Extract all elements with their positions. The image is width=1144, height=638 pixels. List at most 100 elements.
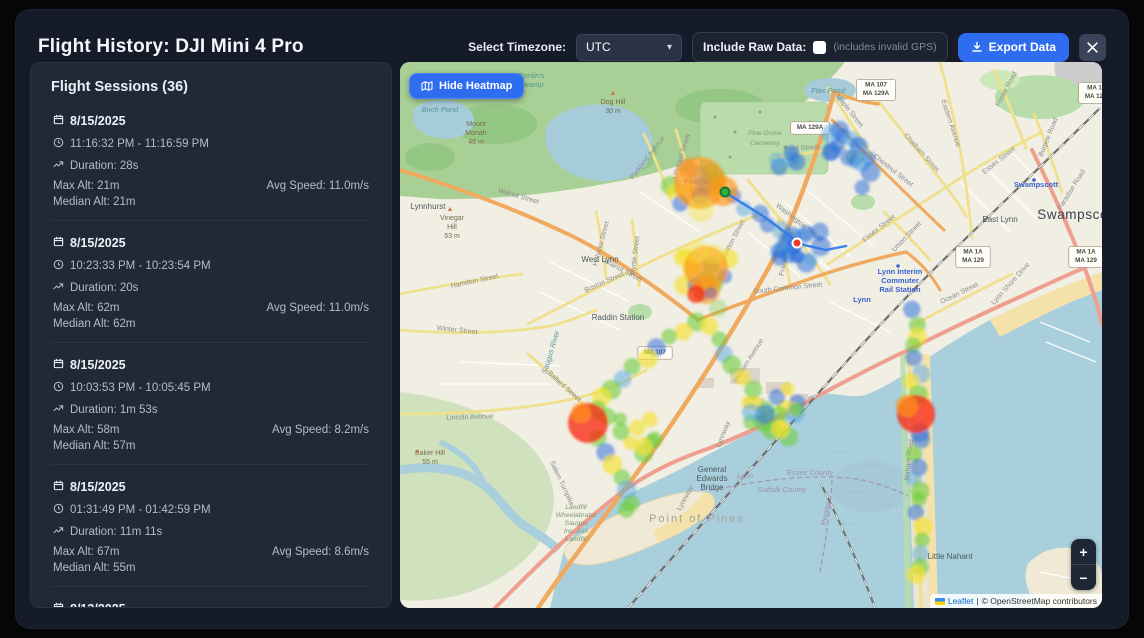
map-label: Little Nahant (928, 552, 974, 561)
end-marker[interactable] (793, 239, 802, 248)
session-list: 8/15/202511:16:32 PM - 11:16:59 PMDurati… (51, 99, 371, 608)
heat-dot (804, 253, 818, 267)
map-label: Lynn (853, 295, 871, 304)
map-label: East Lynn (982, 215, 1017, 224)
svg-text:MA 107: MA 107 (865, 82, 887, 89)
session-date: 8/15/2025 (70, 358, 126, 372)
heat-dot (769, 153, 784, 168)
start-marker[interactable] (721, 188, 730, 197)
session-time-range: 01:31:49 PM - 01:42:59 PM (70, 504, 211, 516)
heat-dot (687, 285, 705, 303)
session-max-alt: Max Alt: 58m (53, 424, 119, 436)
session-max-alt: Max Alt: 62m (53, 302, 119, 314)
map-label: Vinegar (440, 215, 465, 222)
trend-icon-wrap (53, 401, 64, 419)
map-label: Birch Pond (422, 105, 460, 114)
timezone-value: UTC (586, 40, 611, 54)
map-label: 53 m (444, 233, 460, 240)
clock-icon-wrap (53, 257, 64, 275)
clock-icon (53, 259, 64, 270)
heat-dot (788, 153, 806, 171)
heat-dot (618, 501, 635, 518)
heat-dot (688, 196, 714, 222)
heat-dot (914, 532, 929, 547)
timezone-select[interactable]: UTC ▾ (576, 34, 682, 61)
flight-session-card[interactable]: 8/15/2025 01:31:49 PM - 01:42:59 PM Durati… (51, 464, 371, 586)
heat-dot (771, 420, 790, 439)
session-max-alt: Max Alt: 67m (53, 546, 119, 558)
map-label: 46 m (468, 139, 484, 146)
calendar-icon (53, 602, 64, 608)
calendar-icon (53, 358, 64, 369)
hide-heatmap-button[interactable]: Hide Heatmap (409, 73, 524, 99)
leaflet-link[interactable]: Leaflet (948, 596, 974, 606)
heat-dot (642, 412, 658, 428)
heat-dot (905, 349, 922, 366)
map-label: Suffolk County (758, 485, 808, 494)
export-label: Export Data (989, 40, 1056, 54)
close-icon (1086, 41, 1099, 54)
session-median-alt: Median Alt: 21m (53, 196, 135, 208)
heat-dot (772, 250, 788, 266)
heat-dot (613, 423, 630, 440)
map-label: Lynnhurst (411, 202, 447, 211)
svg-text:MA 1A: MA 1A (1076, 249, 1096, 256)
map-label: Rail Station (879, 285, 921, 294)
clock-icon (53, 381, 64, 392)
svg-text:MA 1A: MA 1A (963, 249, 983, 256)
calendar-icon-wrap (53, 600, 64, 608)
heat-dot (571, 403, 591, 423)
clock-icon-wrap (53, 379, 64, 397)
heat-dot (799, 225, 815, 241)
hide-heatmap-label: Hide Heatmap (439, 80, 512, 92)
clock-icon (53, 503, 64, 514)
heat-dot (634, 437, 652, 455)
map-label: General (698, 465, 727, 474)
map-label: Swampscott (1037, 207, 1102, 222)
map-label: ▲ (414, 448, 421, 455)
flight-session-card[interactable]: 8/15/202511:16:32 PM - 11:16:59 PMDurati… (51, 99, 371, 220)
session-date: 8/15/2025 (70, 114, 126, 128)
attribution-separator: | (976, 596, 978, 606)
map-label: Landfill (565, 504, 587, 511)
heat-dot (711, 331, 727, 347)
zoom-out-button[interactable]: − (1071, 565, 1096, 590)
flight-session-card[interactable]: 8/15/202510:23:33 PM - 10:23:54 PMDurati… (51, 220, 371, 342)
flight-session-card[interactable]: 8/13/202506:21:44 PM - 06:22:54 PMDurati… (51, 586, 371, 608)
raw-data-checkbox[interactable] (813, 41, 826, 54)
calendar-icon-wrap (53, 112, 64, 130)
export-data-button[interactable]: Export Data (958, 33, 1069, 62)
raw-data-group: Include Raw Data: (includes invalid GPS) (692, 32, 948, 62)
session-duration: Duration: 11m 11s (70, 526, 162, 538)
flight-session-card[interactable]: 8/15/202510:03:53 PM - 10:05:45 PMDurati… (51, 342, 371, 464)
map[interactable]: Tomlin'sSwampBirch PondMountMoriah46 mDo… (400, 62, 1102, 608)
session-date: 8/15/2025 (70, 480, 126, 494)
clock-icon-wrap (53, 135, 64, 153)
map-label: Lynn (737, 471, 753, 480)
zoom-in-button[interactable]: + (1071, 539, 1096, 564)
timezone-label: Select Timezone: (468, 40, 566, 54)
calendar-icon (53, 236, 64, 247)
map-attribution: Leaflet | © OpenStreetMap contributors (930, 594, 1102, 608)
calendar-icon-wrap (53, 356, 64, 374)
session-avg-speed: Avg Speed: 11.0m/s (266, 180, 369, 192)
map-label: Essex County (787, 468, 835, 477)
ukraine-flag-icon (935, 598, 945, 605)
session-duration: Duration: 28s (70, 160, 138, 172)
heat-dot (709, 299, 727, 317)
route-badge: MA 107MA 129A (1079, 83, 1102, 104)
trend-icon-wrap (53, 523, 64, 541)
session-avg-speed: Avg Speed: 11.0m/s (266, 302, 369, 314)
trend-icon-wrap (53, 279, 64, 297)
map-canvas: Tomlin'sSwampBirch PondMountMoriah46 mDo… (400, 62, 1102, 608)
map-label: Moriah (465, 130, 487, 137)
svg-text:MA 129A: MA 129A (797, 124, 824, 131)
session-max-alt: Max Alt: 21m (53, 180, 119, 192)
trend-icon (53, 281, 64, 292)
map-label: Hill (447, 224, 457, 231)
heat-dot (861, 162, 881, 182)
chevron-down-icon: ▾ (667, 42, 672, 53)
close-button[interactable] (1079, 34, 1106, 61)
clock-icon-wrap (53, 501, 64, 519)
session-median-alt: Median Alt: 57m (53, 440, 135, 452)
